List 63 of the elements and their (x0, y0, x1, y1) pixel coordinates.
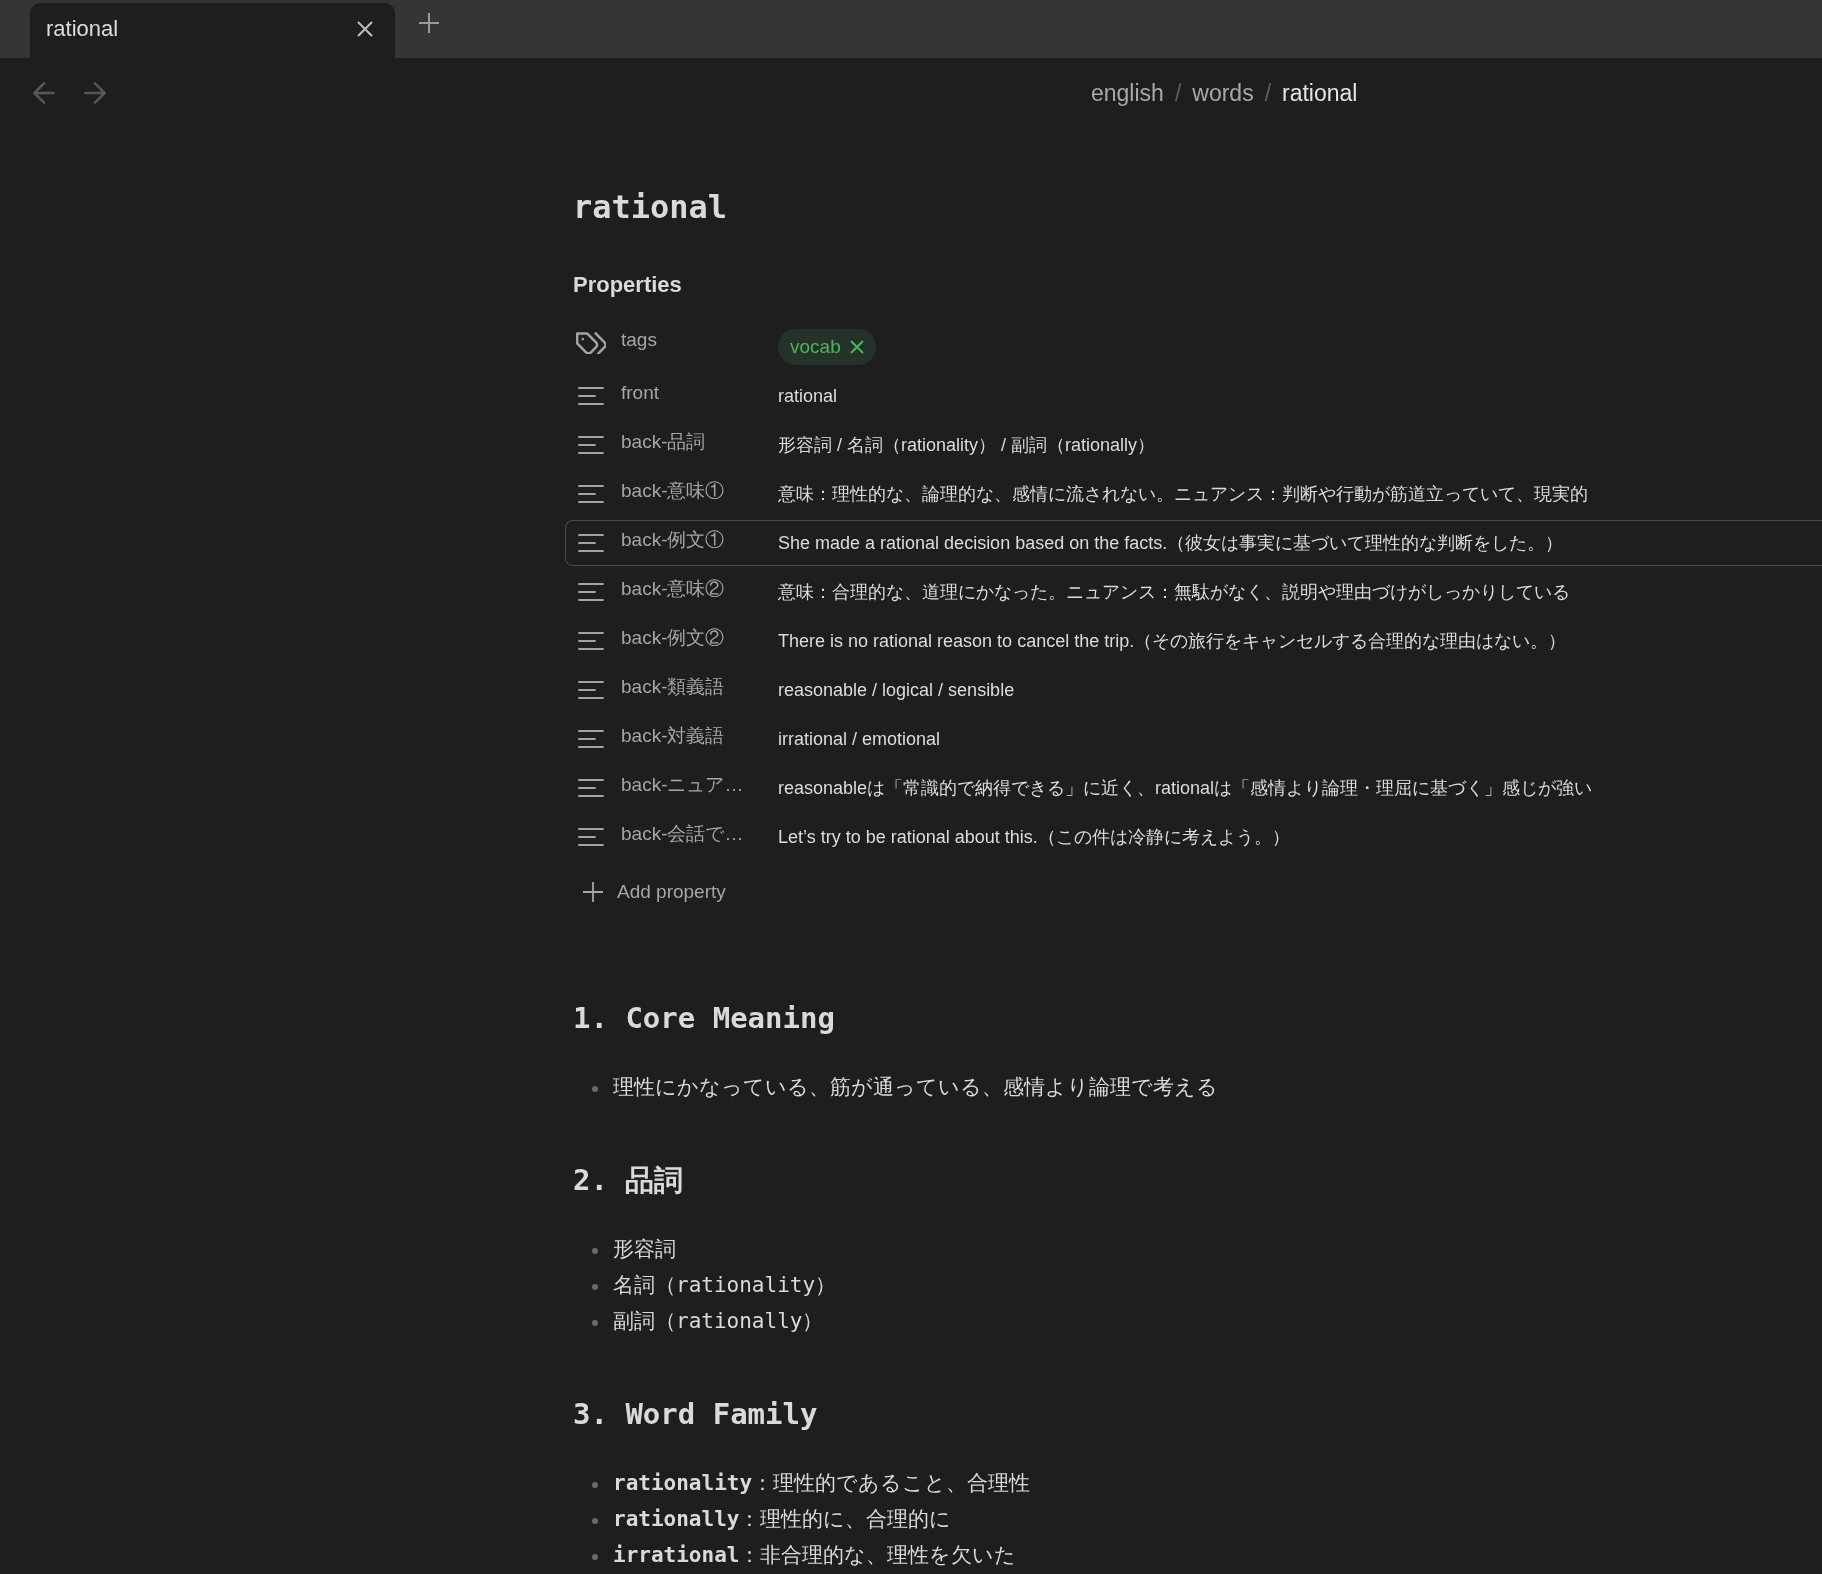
breadcrumb-separator: / (1174, 79, 1182, 107)
text-lines-icon (576, 631, 606, 651)
property-value[interactable]: 意味：合理的な、道理にかなった。ニュアンス：無駄がなく、説明や理由づけがしっかりしている (778, 580, 1822, 604)
bullet-icon (592, 1320, 598, 1326)
property-value[interactable]: rational (778, 385, 1822, 407)
property-label: back-類義語 (621, 675, 726, 699)
bullet-icon (592, 1482, 598, 1488)
tag-chip[interactable]: vocab (778, 329, 876, 365)
close-icon[interactable] (356, 19, 374, 38)
property-value[interactable]: reasonable / logical / sensible (778, 679, 1822, 701)
property-label: back-会話で… (621, 822, 745, 846)
add-property-button[interactable]: Add property (573, 872, 736, 912)
bullet-icon (592, 1086, 598, 1092)
breadcrumb-link[interactable]: english (1091, 79, 1164, 107)
property-value[interactable]: 形容詞 / 名詞（rationality） / 副詞（rationally） (778, 433, 1822, 457)
list-item: irrational：非合理的な、理性を欠いた (613, 1542, 1017, 1569)
property-label: back-例文② (621, 626, 726, 650)
list-item: 名詞（rationality） (613, 1272, 837, 1299)
text-lines-icon (576, 484, 606, 504)
close-icon[interactable] (849, 340, 864, 354)
property-value[interactable]: Let’s try to be rational about this.（この件は冷静に考えよう。） (778, 825, 1822, 849)
section-heading: 3. Word Family (573, 1396, 819, 1433)
breadcrumb-current: rational (1282, 79, 1358, 107)
breadcrumb-link[interactable]: words (1192, 79, 1254, 107)
list-item: 形容詞 (613, 1236, 676, 1263)
property-value[interactable]: reasonableは「常識的で納得できる」に近く、rationalは「感情より論理・理屈に基づく」感じが強い (778, 776, 1822, 800)
text-lines-icon (576, 827, 606, 847)
property-value[interactable]: She made a rational decision based on the facts.（彼女は事実に基づいて理性的な判断をした。） (778, 531, 1822, 555)
property-value[interactable]: irrational / emotional (778, 728, 1822, 750)
property-value[interactable]: There is no rational reason to cancel the trip.（その旅行をキャンセルする合理的な理由はない。） (778, 629, 1822, 653)
property-label: back-ニュア… (621, 773, 745, 797)
list-item: 理性にかなっている、筋が通っている、感情より論理で考える (613, 1074, 1218, 1101)
section-heading: 1. Core Meaning (573, 1000, 836, 1037)
properties-heading: Properties (573, 271, 683, 299)
section-heading: 2. 品詞 (573, 1162, 685, 1199)
property-value[interactable]: 意味：理性的な、論理的な、感情に流されない。ニュアンス：判断や行動が筋道立っていて、現実的 (778, 482, 1822, 506)
text-lines-icon (576, 778, 606, 798)
property-label: back-品詞 (621, 430, 707, 454)
bullet-icon (592, 1284, 598, 1290)
plus-icon (583, 882, 603, 902)
breadcrumb-separator: / (1264, 79, 1272, 107)
list-item: 副詞（rationally） (613, 1308, 824, 1335)
tags-icon (576, 332, 606, 354)
property-label: front (621, 382, 661, 404)
list-item: rationally：理性的に、合理的に (613, 1506, 952, 1533)
property-label: back-意味① (621, 479, 726, 503)
list-item: rationality：理性的であること、合理性 (613, 1470, 1031, 1497)
property-label: back-意味② (621, 577, 726, 601)
text-lines-icon (576, 680, 606, 700)
plus-icon[interactable] (418, 12, 440, 34)
bullet-icon (592, 1554, 598, 1560)
text-lines-icon (576, 729, 606, 749)
property-label: tags (621, 329, 658, 351)
note-title: rational (573, 187, 729, 228)
text-lines-icon (576, 533, 606, 553)
bullet-icon (592, 1248, 598, 1254)
text-lines-icon (576, 435, 606, 455)
tab[interactable]: rational (30, 3, 395, 58)
bullet-icon (592, 1518, 598, 1524)
text-lines-icon (576, 582, 606, 602)
text-lines-icon (576, 386, 606, 406)
property-label: back-例文① (621, 528, 726, 552)
property-label: back-対義語 (621, 724, 726, 748)
